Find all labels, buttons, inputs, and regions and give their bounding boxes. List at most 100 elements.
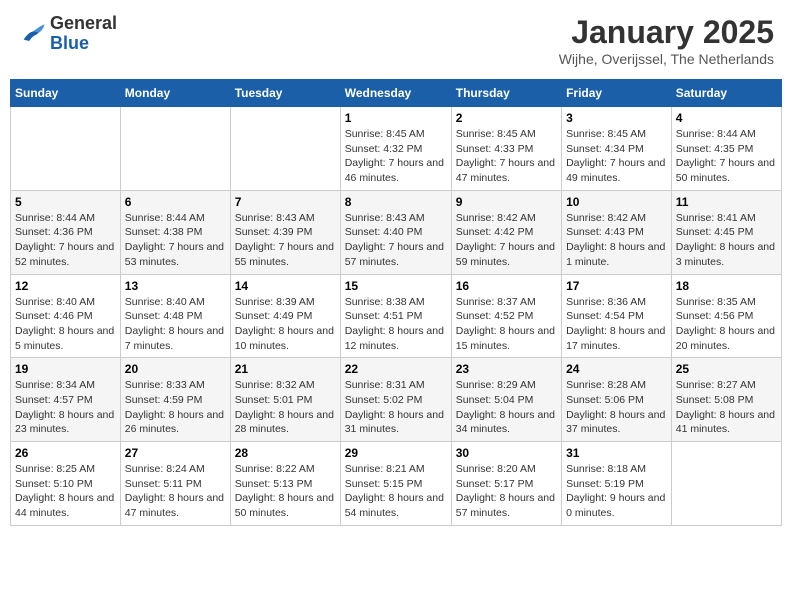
calendar-cell: 29 Sunrise: 8:21 AM Sunset: 5:15 PM Dayli… [340, 442, 451, 526]
day-number: 29 [345, 446, 447, 460]
day-number: 11 [676, 195, 777, 209]
calendar-cell: 26 Sunrise: 8:25 AM Sunset: 5:10 PM Dayli… [11, 442, 121, 526]
day-info: Sunrise: 8:41 AM Sunset: 4:45 PM Dayligh… [676, 211, 777, 270]
day-info: Sunrise: 8:25 AM Sunset: 5:10 PM Dayligh… [15, 462, 116, 521]
calendar-cell: 24Sunrise: 8:28 AM Sunset: 5:06 PM Dayli… [562, 358, 672, 442]
day-number: 31 [566, 446, 667, 460]
calendar-cell: 19 Sunrise: 8:34 AM Sunset: 4:57 PM Dayli… [11, 358, 121, 442]
day-info: Sunrise: 8:32 AM Sunset: 5:01 PM Dayligh… [235, 378, 336, 437]
logo-blue: Blue [50, 34, 117, 54]
calendar-cell: 16 Sunrise: 8:37 AM Sunset: 4:52 PM Dayli… [451, 274, 561, 358]
day-info: Sunrise: 8:21 AM Sunset: 5:15 PM Dayligh… [345, 462, 447, 521]
day-number: 30 [456, 446, 557, 460]
day-number: 12 [15, 279, 116, 293]
day-number: 3 [566, 111, 667, 125]
day-number: 22 [345, 362, 447, 376]
calendar-cell: 20 Sunrise: 8:33 AM Sunset: 4:59 PM Dayli… [120, 358, 230, 442]
day-number: 20 [125, 362, 226, 376]
calendar-cell: 6 Sunrise: 8:44 AM Sunset: 4:38 PM Daylig… [120, 190, 230, 274]
calendar-cell: 18Sunrise: 8:35 AM Sunset: 4:56 PM Dayli… [671, 274, 781, 358]
calendar-cell: 15 Sunrise: 8:38 AM Sunset: 4:51 PM Dayli… [340, 274, 451, 358]
weekday-header-thursday: Thursday [451, 80, 561, 107]
day-number: 17 [566, 279, 667, 293]
calendar-cell: 30 Sunrise: 8:20 AM Sunset: 5:17 PM Dayli… [451, 442, 561, 526]
day-number: 25 [676, 362, 777, 376]
day-number: 23 [456, 362, 557, 376]
day-number: 13 [125, 279, 226, 293]
day-info: Sunrise: 8:44 AM Sunset: 4:35 PM Dayligh… [676, 127, 777, 186]
weekday-header-sunday: Sunday [11, 80, 121, 107]
calendar-cell: 25Sunrise: 8:27 AM Sunset: 5:08 PM Dayli… [671, 358, 781, 442]
day-number: 7 [235, 195, 336, 209]
day-number: 26 [15, 446, 116, 460]
day-info: Sunrise: 8:45 AM Sunset: 4:33 PM Dayligh… [456, 127, 557, 186]
day-info: Sunrise: 8:29 AM Sunset: 5:04 PM Dayligh… [456, 378, 557, 437]
day-number: 1 [345, 111, 447, 125]
day-info: Sunrise: 8:20 AM Sunset: 5:17 PM Dayligh… [456, 462, 557, 521]
weekday-header-row: SundayMondayTuesdayWednesdayThursdayFrid… [11, 80, 782, 107]
calendar-cell [120, 107, 230, 191]
calendar-cell: 2 Sunrise: 8:45 AM Sunset: 4:33 PM Daylig… [451, 107, 561, 191]
day-info: Sunrise: 8:45 AM Sunset: 4:32 PM Dayligh… [345, 127, 447, 186]
calendar-cell [671, 442, 781, 526]
day-info: Sunrise: 8:38 AM Sunset: 4:51 PM Dayligh… [345, 295, 447, 354]
calendar-week-4: 19 Sunrise: 8:34 AM Sunset: 4:57 PM Dayli… [11, 358, 782, 442]
day-info: Sunrise: 8:44 AM Sunset: 4:36 PM Dayligh… [15, 211, 116, 270]
day-info: Sunrise: 8:43 AM Sunset: 4:39 PM Dayligh… [235, 211, 336, 270]
calendar-cell: 1 Sunrise: 8:45 AM Sunset: 4:32 PM Daylig… [340, 107, 451, 191]
calendar-week-1: 1 Sunrise: 8:45 AM Sunset: 4:32 PM Daylig… [11, 107, 782, 191]
day-number: 10 [566, 195, 667, 209]
day-number: 6 [125, 195, 226, 209]
calendar-week-3: 12 Sunrise: 8:40 AM Sunset: 4:46 PM Dayli… [11, 274, 782, 358]
calendar-cell: 9Sunrise: 8:42 AM Sunset: 4:42 PM Daylig… [451, 190, 561, 274]
day-info: Sunrise: 8:35 AM Sunset: 4:56 PM Dayligh… [676, 295, 777, 354]
day-info: Sunrise: 8:39 AM Sunset: 4:49 PM Dayligh… [235, 295, 336, 354]
calendar-cell [230, 107, 340, 191]
calendar-cell: 12 Sunrise: 8:40 AM Sunset: 4:46 PM Dayli… [11, 274, 121, 358]
calendar-cell: 21 Sunrise: 8:32 AM Sunset: 5:01 PM Dayli… [230, 358, 340, 442]
day-info: Sunrise: 8:37 AM Sunset: 4:52 PM Dayligh… [456, 295, 557, 354]
weekday-header-saturday: Saturday [671, 80, 781, 107]
day-info: Sunrise: 8:43 AM Sunset: 4:40 PM Dayligh… [345, 211, 447, 270]
day-info: Sunrise: 8:44 AM Sunset: 4:38 PM Dayligh… [125, 211, 226, 270]
day-info: Sunrise: 8:31 AM Sunset: 5:02 PM Dayligh… [345, 378, 447, 437]
calendar-cell: 11 Sunrise: 8:41 AM Sunset: 4:45 PM Dayli… [671, 190, 781, 274]
calendar-cell: 31 Sunrise: 8:18 AM Sunset: 5:19 PM Dayli… [562, 442, 672, 526]
calendar-cell: 23 Sunrise: 8:29 AM Sunset: 5:04 PM Dayli… [451, 358, 561, 442]
day-number: 2 [456, 111, 557, 125]
day-number: 16 [456, 279, 557, 293]
day-number: 27 [125, 446, 226, 460]
calendar-cell: 4 Sunrise: 8:44 AM Sunset: 4:35 PM Daylig… [671, 107, 781, 191]
day-info: Sunrise: 8:36 AM Sunset: 4:54 PM Dayligh… [566, 295, 667, 354]
day-info: Sunrise: 8:22 AM Sunset: 5:13 PM Dayligh… [235, 462, 336, 521]
calendar-cell: 7 Sunrise: 8:43 AM Sunset: 4:39 PM Daylig… [230, 190, 340, 274]
day-number: 21 [235, 362, 336, 376]
day-number: 28 [235, 446, 336, 460]
calendar-cell: 3Sunrise: 8:45 AM Sunset: 4:34 PM Daylig… [562, 107, 672, 191]
day-info: Sunrise: 8:28 AM Sunset: 5:06 PM Dayligh… [566, 378, 667, 437]
day-info: Sunrise: 8:18 AM Sunset: 5:19 PM Dayligh… [566, 462, 667, 521]
day-number: 15 [345, 279, 447, 293]
calendar-week-2: 5 Sunrise: 8:44 AM Sunset: 4:36 PM Daylig… [11, 190, 782, 274]
calendar-cell: 5 Sunrise: 8:44 AM Sunset: 4:36 PM Daylig… [11, 190, 121, 274]
day-number: 8 [345, 195, 447, 209]
weekday-header-friday: Friday [562, 80, 672, 107]
day-info: Sunrise: 8:34 AM Sunset: 4:57 PM Dayligh… [15, 378, 116, 437]
calendar-cell: 27 Sunrise: 8:24 AM Sunset: 5:11 PM Dayli… [120, 442, 230, 526]
weekday-header-monday: Monday [120, 80, 230, 107]
calendar-cell: 8 Sunrise: 8:43 AM Sunset: 4:40 PM Daylig… [340, 190, 451, 274]
location-subtitle: Wijhe, Overijssel, The Netherlands [559, 51, 774, 67]
calendar-week-5: 26 Sunrise: 8:25 AM Sunset: 5:10 PM Dayli… [11, 442, 782, 526]
logo-general: General [50, 14, 117, 34]
day-number: 4 [676, 111, 777, 125]
weekday-header-wednesday: Wednesday [340, 80, 451, 107]
day-info: Sunrise: 8:40 AM Sunset: 4:48 PM Dayligh… [125, 295, 226, 354]
day-info: Sunrise: 8:24 AM Sunset: 5:11 PM Dayligh… [125, 462, 226, 521]
day-info: Sunrise: 8:33 AM Sunset: 4:59 PM Dayligh… [125, 378, 226, 437]
calendar-cell: 22 Sunrise: 8:31 AM Sunset: 5:02 PM Dayli… [340, 358, 451, 442]
day-number: 19 [15, 362, 116, 376]
calendar-cell [11, 107, 121, 191]
day-info: Sunrise: 8:40 AM Sunset: 4:46 PM Dayligh… [15, 295, 116, 354]
day-number: 9 [456, 195, 557, 209]
day-number: 5 [15, 195, 116, 209]
